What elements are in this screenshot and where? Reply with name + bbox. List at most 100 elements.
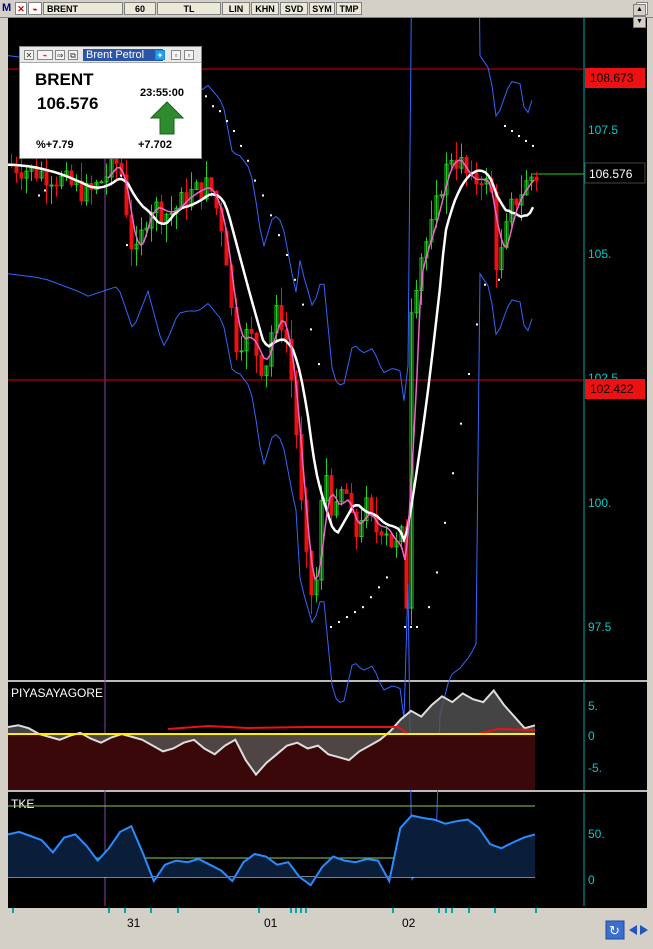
- sar-dot: [511, 130, 513, 132]
- candle-body: [514, 198, 519, 206]
- candle-body: [344, 489, 349, 494]
- sar-dot: [240, 144, 242, 147]
- lin-button[interactable]: LIN: [222, 2, 250, 15]
- candle-body: [54, 184, 59, 187]
- widget-copy-icon[interactable]: ⧉: [68, 50, 78, 60]
- time-tick: [290, 908, 292, 913]
- time-tick: [438, 908, 440, 913]
- scroll-up-icon[interactable]: ▲: [633, 4, 646, 16]
- widget-close-icon[interactable]: ✕: [24, 50, 34, 60]
- scroll-down-icon[interactable]: ▼: [633, 16, 646, 28]
- time-tick: [305, 908, 307, 913]
- candle-body: [379, 531, 384, 536]
- sar-dot: [233, 130, 235, 132]
- sar-dot: [247, 159, 249, 162]
- sar-dot: [126, 244, 128, 247]
- sar-dot: [318, 363, 320, 366]
- sar-dot: [504, 125, 506, 128]
- sar-dot: [525, 139, 527, 142]
- osc-panel-title: PIYASAYAGORE: [11, 686, 103, 700]
- sar-dot: [254, 179, 256, 182]
- sar-dot: [444, 521, 446, 524]
- time-label: 01: [264, 916, 278, 930]
- symbol-field[interactable]: BRENT: [43, 2, 123, 15]
- currency-button[interactable]: TL: [157, 2, 221, 15]
- sym-button[interactable]: SYM: [309, 2, 335, 15]
- tmp-button[interactable]: TMP: [336, 2, 362, 15]
- candlesticks: [9, 142, 539, 625]
- sar-dot: [212, 105, 214, 108]
- sar-dot: [338, 621, 340, 624]
- widget-chart-icon[interactable]: ⌁: [37, 50, 53, 60]
- tke-panel-title: TKE: [11, 797, 34, 811]
- close-icon[interactable]: ✕: [15, 2, 27, 15]
- sar-dot: [38, 194, 40, 197]
- app-logo: M: [2, 2, 12, 14]
- scroll-arrows[interactable]: ▲ ▼: [633, 2, 646, 32]
- time-tick: [124, 908, 126, 913]
- candle-body: [259, 354, 264, 376]
- sar-dot: [378, 586, 380, 589]
- sar-dot: [262, 194, 264, 197]
- osc-label: 0: [588, 729, 595, 743]
- svg-text:↻: ↻: [609, 923, 620, 938]
- current-price-label: 106.576: [589, 167, 633, 181]
- sar-dot: [286, 254, 288, 256]
- period-button[interactable]: 60: [124, 2, 156, 15]
- sar-dot: [416, 626, 418, 628]
- sar-dot: [354, 611, 356, 614]
- candle-body: [169, 212, 174, 215]
- candle-body: [99, 181, 104, 184]
- twitter-icon[interactable]: ✦: [155, 50, 165, 60]
- low-level-label: 102.422: [590, 382, 634, 396]
- sar-dot: [452, 472, 454, 475]
- time-tick: [295, 908, 297, 913]
- sar-dot: [460, 422, 462, 425]
- sar-dot: [428, 606, 430, 609]
- svd-button[interactable]: SVD: [280, 2, 308, 15]
- khn-button[interactable]: KHN: [251, 2, 279, 15]
- time-tick: [445, 908, 447, 913]
- chart-type-icon[interactable]: ⌁: [28, 2, 42, 15]
- sar-dot: [310, 328, 312, 331]
- candle-body: [239, 350, 244, 353]
- candle-body: [44, 170, 49, 186]
- price-label: 105.: [588, 247, 611, 261]
- sar-dot: [226, 120, 228, 123]
- sar-dot: [436, 571, 438, 574]
- time-tick: [451, 908, 453, 913]
- time-axis-bar: 31 01 02 ↻: [0, 908, 653, 944]
- widget-time: 23:55:00: [140, 87, 185, 99]
- widget-title: Brent Petrol: [83, 49, 163, 61]
- up-arrow-icon: [150, 101, 184, 135]
- time-label: 31: [127, 916, 141, 930]
- sar-dot: [484, 283, 486, 286]
- sar-dot: [410, 626, 412, 628]
- candle-body: [19, 172, 24, 179]
- widget-percent-change: %+7.79: [36, 139, 74, 151]
- refresh-icon[interactable]: ↻: [605, 920, 625, 940]
- chart-area[interactable]: 107.5 105. 102.5 100. 97.5 108.673 102.4…: [7, 0, 647, 908]
- sar-dot: [362, 606, 364, 609]
- widget-arrow-icon[interactable]: ⇒: [55, 50, 65, 60]
- tke-area: [8, 815, 535, 886]
- candle-body: [479, 183, 484, 186]
- sar-dot: [330, 626, 332, 628]
- candle-body: [494, 191, 499, 271]
- sar-dot: [476, 323, 478, 326]
- time-label: 02: [402, 916, 416, 930]
- widget-maximize-icon[interactable]: ▫: [184, 50, 194, 60]
- time-tick: [177, 908, 179, 913]
- sar-dot: [120, 174, 122, 177]
- candle-body: [439, 194, 444, 197]
- piyasayagore-indicator: [7, 688, 536, 790]
- tke-label: 0: [588, 873, 595, 887]
- candle-body: [14, 164, 19, 174]
- sar-dot: [404, 626, 406, 628]
- time-tick: [468, 908, 470, 913]
- candle-body: [249, 328, 254, 334]
- time-tick: [258, 908, 260, 913]
- widget-minimize-icon[interactable]: ▫: [171, 50, 181, 60]
- quote-widget[interactable]: ✕ ⌁ ⇒ ⧉ Brent Petrol ✦ ▫ ▫ BRENT 106.576…: [19, 46, 202, 159]
- chart-toolbar: M ✕ ⌁ BRENT 60 TL LIN KHN SVD SYM TMP ✕: [0, 0, 653, 18]
